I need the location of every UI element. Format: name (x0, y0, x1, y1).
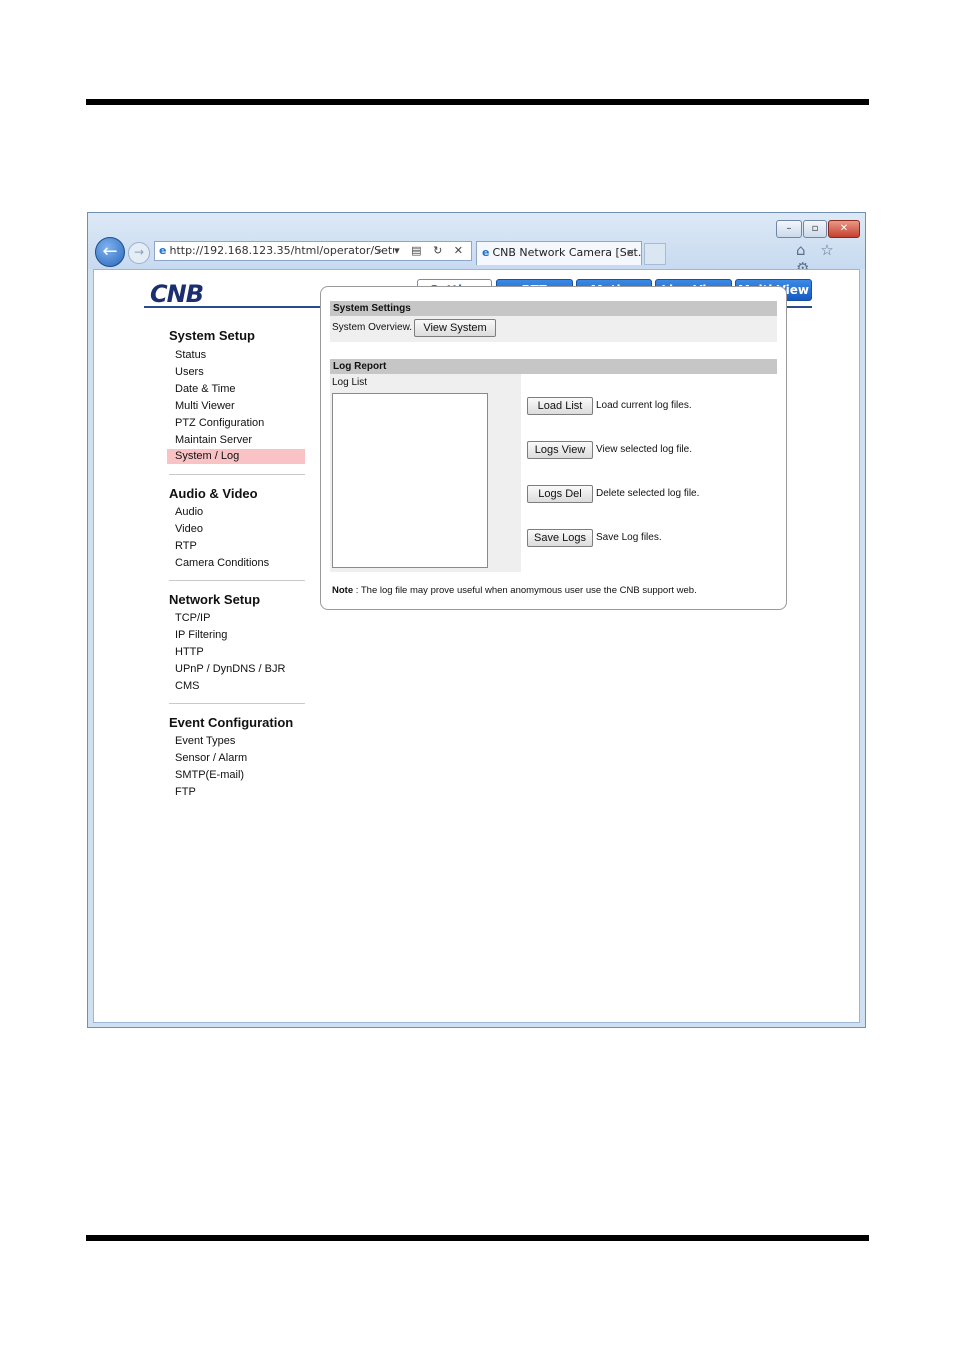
sidebar-item-upnp-dyndns-bjr[interactable]: UPnP / DynDNS / BJR (175, 663, 285, 675)
sidebar-item-event-types[interactable]: Event Types (175, 735, 235, 747)
sidebar-divider (169, 580, 305, 581)
sidebar-item-video[interactable]: Video (175, 523, 203, 535)
sidebar-divider (169, 703, 305, 704)
bottom-rule (86, 1235, 869, 1241)
new-tab-button[interactable] (644, 243, 666, 265)
logs-del-description: Delete selected log file. (596, 488, 700, 499)
system-overview-label: System Overview. (332, 322, 413, 333)
address-bar[interactable]: e http://192.168.123.35/html/operator/Set… (154, 241, 472, 261)
sidebar-item-ftp[interactable]: FTP (175, 786, 196, 798)
sidebar-item-http[interactable]: HTTP (175, 646, 204, 658)
browser-titlebar: – ▫ ✕ ← → e http://192.168.123.35/html/op… (88, 213, 865, 277)
page-viewport: CNB Setting PTZ Motion Live View Multi V… (93, 269, 860, 1023)
sidebar-item-multi-viewer[interactable]: Multi Viewer (175, 400, 235, 412)
load-list-description: Load current log files. (596, 400, 692, 411)
tab-title: CNB Network Camera [Set... (492, 246, 642, 259)
sidebar-item-sensor-alarm[interactable]: Sensor / Alarm (175, 752, 247, 764)
note-text: : The log file may prove useful when ano… (353, 585, 697, 596)
back-arrow-icon[interactable]: ← (95, 237, 125, 267)
minimize-button[interactable]: – (776, 220, 802, 238)
sidebar-item-audio[interactable]: Audio (175, 506, 203, 518)
ie-logo-icon: e (159, 244, 167, 257)
logs-del-button[interactable]: Logs Del (527, 485, 593, 503)
browser-window: – ▫ ✕ ← → e http://192.168.123.35/html/op… (87, 212, 866, 1028)
logs-view-button[interactable]: Logs View (527, 441, 593, 459)
note-label: Note (332, 585, 354, 596)
sidebar-item-users[interactable]: Users (175, 366, 204, 378)
address-controls-icon[interactable]: ⌕ ▾ ▤ ↻ ✕ (377, 242, 468, 260)
sidebar-item-ptz-configuration[interactable]: PTZ Configuration (175, 417, 264, 429)
sidebar-item-tcp-ip[interactable]: TCP/IP (175, 612, 210, 624)
sidebar-item-cms[interactable]: CMS (175, 680, 199, 692)
ie-tab-icon: e (482, 246, 490, 259)
sidebar-item-maintain-server[interactable]: Maintain Server (175, 434, 252, 446)
sidebar-item-rtp[interactable]: RTP (175, 540, 197, 552)
sidebar-item-camera-conditions[interactable]: Camera Conditions (175, 557, 269, 569)
section-event-configuration: Event Configuration (169, 715, 294, 730)
section-network-setup: Network Setup (169, 592, 261, 607)
system-settings-header: System Settings (330, 301, 777, 316)
top-rule (86, 99, 869, 105)
log-report-header: Log Report (330, 359, 777, 374)
sidebar-item-status[interactable]: Status (175, 349, 206, 361)
close-window-button[interactable]: ✕ (828, 220, 860, 238)
sidebar-item-ip-filtering[interactable]: IP Filtering (175, 629, 227, 641)
maximize-button[interactable]: ▫ (803, 220, 827, 238)
load-list-button[interactable]: Load List (527, 397, 593, 415)
sidebar-item-date-time[interactable]: Date & Time (175, 383, 236, 395)
log-note: Note : The log file may prove useful whe… (332, 585, 697, 596)
forward-arrow-icon[interactable]: → (128, 242, 150, 264)
save-logs-description: Save Log files. (596, 532, 662, 543)
content-panel: System Settings System Overview. View Sy… (320, 286, 787, 610)
logs-view-description: View selected log file. (596, 444, 692, 455)
cnb-logo: CNB (150, 280, 204, 308)
section-audio-video: Audio & Video (169, 486, 258, 501)
sidebar-item-system-log[interactable]: System / Log (167, 449, 305, 464)
sidebar-divider (169, 474, 305, 475)
browser-tab[interactable]: e CNB Network Camera [Set... × (476, 241, 642, 265)
log-list-label: Log List (332, 377, 368, 388)
view-system-button[interactable]: View System (414, 319, 496, 337)
save-logs-button[interactable]: Save Logs (527, 529, 593, 547)
sidebar-item-smtp-email[interactable]: SMTP(E-mail) (175, 769, 244, 781)
tab-close-icon[interactable]: × (626, 242, 635, 264)
section-system-setup: System Setup (169, 328, 255, 343)
log-list-box[interactable] (332, 393, 488, 568)
url-text: http://192.168.123.35/html/operator/Setu… (169, 244, 394, 257)
